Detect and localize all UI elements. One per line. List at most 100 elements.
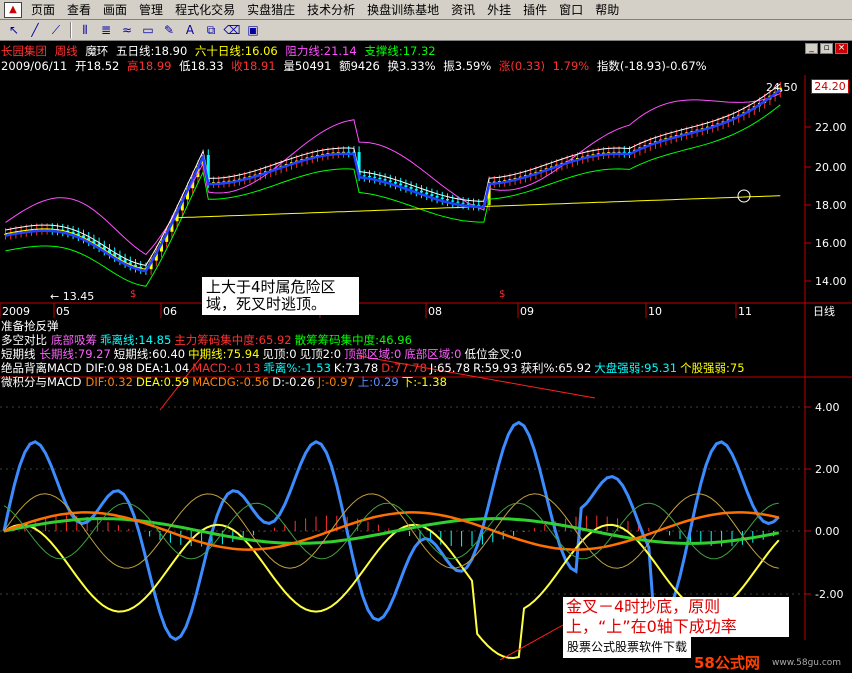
indicator-row-2: 短期线 长期线:79.27 短期线:60.40 中期线:75.94 见顶:0 见顶2:0 顶… <box>1 348 525 361</box>
magic-ring-line <box>5 88 782 273</box>
turnover-value: 换3.33% <box>387 59 436 73</box>
candle-body <box>414 188 418 191</box>
candle-body <box>399 183 403 186</box>
time-tick-label: 11 <box>738 305 752 318</box>
indicator-row-0: 准备抢反弹 <box>1 320 63 333</box>
menu-item-7[interactable]: 换盘训练基地 <box>361 1 445 18</box>
indicator-value: DIF:0.32 <box>85 375 133 389</box>
indicator-row-label[interactable]: 多空对比 <box>1 333 47 347</box>
volume-value: 量50491 <box>283 59 332 73</box>
time-tick-label: 06 <box>163 305 177 318</box>
save-icon[interactable]: ▣ <box>243 22 263 39</box>
indicator-value: 上:0.29 <box>357 375 399 389</box>
indicator-value: D:-0.26 <box>272 375 315 389</box>
candle-body <box>430 194 434 196</box>
copy-tool-icon[interactable]: ⧉ <box>201 22 221 39</box>
price-tick-label: 18.00 <box>815 199 847 212</box>
amplitude-value: 振3.59% <box>443 59 492 73</box>
indicator-value: 底部区域:0 <box>404 347 462 361</box>
select-arrow-icon[interactable]: ↖ <box>4 22 24 39</box>
indicator-value: 下:-1.38 <box>401 375 447 389</box>
indicator-value: 长期线:79.27 <box>39 347 111 361</box>
ray-tool-icon[interactable]: ⟋ <box>46 22 66 39</box>
menu-item-10[interactable]: 插件 <box>517 1 553 18</box>
time-tick-label: 08 <box>428 305 442 318</box>
indicator-value: J:65.78 <box>429 361 471 375</box>
indicator-value: MACD:-0.13 <box>192 361 261 375</box>
restore-button[interactable]: ▫ <box>820 43 833 54</box>
logo-text: 58公式网 <box>694 654 760 672</box>
indicator-tick-label: 4.00 <box>815 401 840 414</box>
minimize-button[interactable]: _ <box>805 43 818 54</box>
candle-body <box>362 175 366 177</box>
indicator-row-4: 微积分与MACD DIF:0.32 DEA:0.59 MACDG:-0.56 D:-0.… <box>1 376 450 389</box>
change-value: 涨(0.33) <box>498 59 546 73</box>
indicator-row-3: 绝品背离MACD DIF:0.98 DEA:1.04 MACD:-0.13 乖离%:-1… <box>1 362 748 375</box>
candle-body <box>368 175 371 177</box>
indicator-value: 主力筹码集中度:65.92 <box>174 333 292 347</box>
indicator-value: DEA:1.04 <box>135 361 190 375</box>
vertical-lines-icon[interactable]: ⦀ <box>75 22 95 39</box>
menu-item-5[interactable]: 实盘猎庄 <box>241 1 301 18</box>
low-value: 低18.33 <box>179 59 224 73</box>
price-tick-label: 16.00 <box>815 237 847 250</box>
annotation-buy-signal: 金叉－4时抄底，原则上，“上”在0轴下成功率 <box>563 597 789 637</box>
ma60-value: 六十日线:16.06 <box>194 44 278 58</box>
menu-item-0[interactable]: 页面 <box>25 1 61 18</box>
candle-body <box>409 187 413 189</box>
close-value: 收18.91 <box>231 59 276 73</box>
time-tick-label: 09 <box>520 305 534 318</box>
indicator-value: 乖离线:14.85 <box>100 333 172 347</box>
time-tick-label: 05 <box>56 305 70 318</box>
indicator-value: R:59.93 <box>473 361 518 375</box>
rectangle-tool-icon[interactable]: ▭ <box>138 22 158 39</box>
menu-item-6[interactable]: 技术分析 <box>301 1 361 18</box>
line-tool-icon[interactable]: ╱ <box>25 22 45 39</box>
indicator-value: J:-0.97 <box>317 375 355 389</box>
erase-tool-icon[interactable]: ⌫ <box>222 22 242 39</box>
indicator-row-label[interactable]: 准备抢反弹 <box>1 319 59 333</box>
candle-body <box>477 204 481 206</box>
candle-body <box>373 176 377 178</box>
menu-item-2[interactable]: 画面 <box>97 1 133 18</box>
menu-item-11[interactable]: 窗口 <box>553 1 589 18</box>
menu-item-9[interactable]: 外挂 <box>481 1 517 18</box>
high-value: 高18.99 <box>127 59 172 73</box>
pencil-tool-icon[interactable]: ✎ <box>159 22 179 39</box>
open-value: 开18.52 <box>74 59 120 73</box>
indicator-value: D:77.78 <box>381 361 427 375</box>
menu-item-4[interactable]: 程式化交易 <box>169 1 241 18</box>
indicator-value: 见顶:0 <box>262 347 297 361</box>
indicator-row-label[interactable]: 绝品背离MACD <box>1 361 81 375</box>
menu-item-3[interactable]: 管理 <box>133 1 169 18</box>
indicator-row-label[interactable]: 微积分与MACD <box>1 375 81 389</box>
indicator-value: 底部吸筹 <box>51 333 97 347</box>
indicator-value: 乖离%:-1.53 <box>263 361 331 375</box>
menu-item-12[interactable]: 帮助 <box>589 1 625 18</box>
menu-item-8[interactable]: 资讯 <box>445 1 481 18</box>
high-price-label: 24.50 <box>766 81 798 94</box>
signal-marker: $ <box>130 289 136 300</box>
parallel-lines-icon[interactable]: ≣ <box>96 22 116 39</box>
price-tick-label: 22.00 <box>815 121 847 134</box>
text-tool-icon[interactable]: A <box>180 22 200 39</box>
indicator-value: 个股强弱:75 <box>680 361 745 375</box>
fan-lines-icon[interactable]: ≈ <box>117 22 137 39</box>
candle-body <box>388 180 392 182</box>
ma60-line <box>5 195 781 270</box>
price-tick-label: 20.00 <box>815 161 847 174</box>
candle-body <box>440 197 444 200</box>
indicator-row-label[interactable]: 短期线 <box>1 347 36 361</box>
indicator-value: 散筹筹码集中度:46.96 <box>294 333 412 347</box>
app-icon[interactable]: ▲ <box>4 1 22 18</box>
stock-name[interactable]: 长园集团 <box>1 44 47 58</box>
period-label[interactable]: 周线 <box>55 44 78 58</box>
site-url: www.58gu.com <box>772 658 842 668</box>
indicator-value: 顶部区域:0 <box>344 347 402 361</box>
date-value: 2009/06/11 <box>1 59 68 73</box>
time-tick-label: 2009 <box>2 305 30 318</box>
close-button[interactable]: × <box>835 43 848 54</box>
candle-body <box>425 192 429 195</box>
amount-value: 额9426 <box>339 59 380 73</box>
menu-item-1[interactable]: 查看 <box>61 1 97 18</box>
